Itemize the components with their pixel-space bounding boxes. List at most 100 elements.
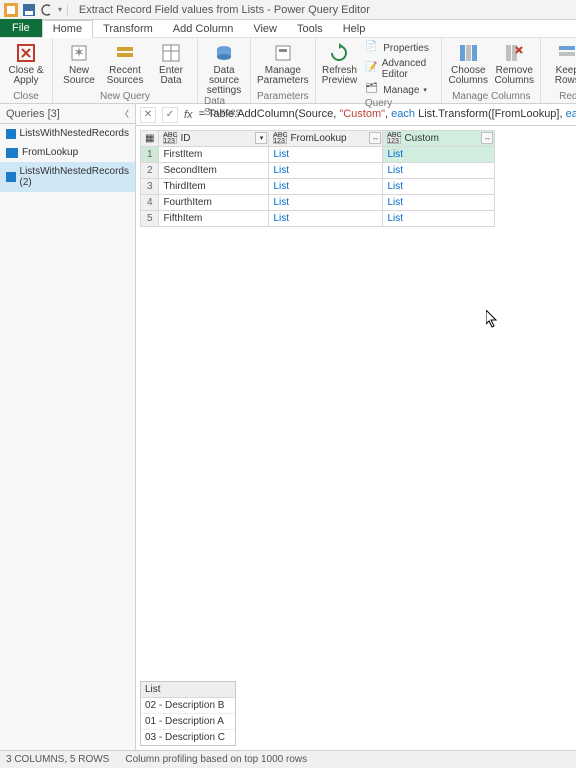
- queries-pane: Queries [3] 〈 ListsWithNestedRecords Fro…: [0, 104, 136, 750]
- cell-id[interactable]: FifthItem: [159, 211, 269, 227]
- table-row[interactable]: 3ThirdItemListList: [141, 179, 495, 195]
- table-icon: ▦: [145, 133, 154, 144]
- cell-custom[interactable]: List: [383, 179, 495, 195]
- formula-input[interactable]: = Table.AddColumn(Source, "Custom", each…: [199, 108, 576, 121]
- cell-fromlookup[interactable]: List: [269, 163, 383, 179]
- column-header-fromlookup[interactable]: ABC123FromLookup ↔: [269, 131, 383, 147]
- choose-columns-button[interactable]: Choose Columns: [448, 40, 488, 86]
- row-number[interactable]: 5: [141, 211, 159, 227]
- refresh-preview-button[interactable]: Refresh Preview: [322, 40, 358, 86]
- close-apply-icon: [14, 42, 38, 64]
- ribbon-group-new-query: ✶ New Source Recent Sources Enter Data N…: [53, 38, 198, 103]
- cell-id[interactable]: FirstItem: [159, 147, 269, 163]
- new-source-button[interactable]: ✶ New Source: [59, 40, 99, 86]
- column-header-custom[interactable]: ABC123Custom ↔: [383, 131, 495, 147]
- row-number[interactable]: 4: [141, 195, 159, 211]
- ribbon-group-manage-columns: Choose Columns Remove Columns Manage Col…: [442, 38, 541, 103]
- advanced-editor-button[interactable]: 📝Advanced Editor: [363, 57, 435, 81]
- cell-fromlookup[interactable]: List: [269, 211, 383, 227]
- enter-data-icon: [159, 42, 183, 64]
- data-table: ▦ ABC123ID ▾ ABC123FromLookup ↔ ABC123Cu…: [136, 126, 576, 227]
- cell-id[interactable]: SecondItem: [159, 163, 269, 179]
- data-area: ✕ ✓ fx = Table.AddColumn(Source, "Custom…: [136, 104, 576, 750]
- qat-dropdown-icon[interactable]: ▾: [58, 5, 62, 14]
- type-any-icon: ABC123: [273, 134, 287, 144]
- window-title: Extract Record Field values from Lists -…: [79, 4, 370, 16]
- close-apply-button[interactable]: Close & Apply: [6, 40, 46, 86]
- cell-id[interactable]: FourthItem: [159, 195, 269, 211]
- recent-sources-icon: [113, 42, 137, 64]
- save-icon[interactable]: [22, 3, 36, 17]
- properties-button[interactable]: 📄Properties: [363, 40, 435, 56]
- table-icon: [6, 172, 16, 182]
- ribbon-group-data-sources: Data source settings Data Sources: [198, 38, 251, 103]
- fx-icon[interactable]: fx: [184, 109, 193, 121]
- manage-button[interactable]: 🗂Manage▾: [363, 82, 435, 98]
- column-expand-button[interactable]: ↔: [369, 132, 381, 144]
- query-item-0[interactable]: ListsWithNestedRecords: [0, 124, 135, 143]
- cell-custom[interactable]: List: [383, 147, 495, 163]
- choose-columns-icon: [456, 42, 480, 64]
- column-expand-button[interactable]: ↔: [481, 132, 493, 144]
- tab-add-column[interactable]: Add Column: [163, 21, 244, 37]
- query-item-2[interactable]: ListsWithNestedRecords (2): [0, 162, 135, 192]
- keep-rows-icon: [555, 42, 576, 64]
- row-number[interactable]: 2: [141, 163, 159, 179]
- tab-file[interactable]: File: [0, 19, 42, 37]
- table-row[interactable]: 5FifthItemListList: [141, 211, 495, 227]
- cell-preview-list: List 02 - Description B 01 - Description…: [140, 681, 236, 746]
- column-header-id[interactable]: ABC123ID ▾: [159, 131, 269, 147]
- tab-view[interactable]: View: [243, 21, 287, 37]
- cell-fromlookup[interactable]: List: [269, 179, 383, 195]
- tab-tools[interactable]: Tools: [287, 21, 333, 37]
- collapse-icon[interactable]: 〈: [120, 107, 129, 120]
- preview-header: List: [141, 682, 235, 698]
- cell-fromlookup[interactable]: List: [269, 195, 383, 211]
- keep-rows-button[interactable]: Keep Rows: [547, 40, 576, 86]
- preview-item[interactable]: 01 - Description A: [141, 714, 235, 730]
- type-any-icon: ABC123: [387, 134, 401, 144]
- cell-fromlookup[interactable]: List: [269, 147, 383, 163]
- row-number[interactable]: 3: [141, 179, 159, 195]
- ribbon-group-reduce-rows: Keep Rows Remove Rows Reduce Rows: [541, 38, 576, 103]
- tab-help[interactable]: Help: [333, 21, 376, 37]
- table-corner[interactable]: ▦: [141, 131, 159, 147]
- cell-id[interactable]: ThirdItem: [159, 179, 269, 195]
- preview-item[interactable]: 02 - Description B: [141, 698, 235, 714]
- data-source-settings-button[interactable]: Data source settings: [204, 40, 244, 96]
- formula-cancel-button[interactable]: ✕: [140, 107, 156, 123]
- recent-sources-button[interactable]: Recent Sources: [105, 40, 145, 86]
- formula-commit-button[interactable]: ✓: [162, 107, 178, 123]
- cursor-icon: [486, 310, 500, 328]
- tab-home[interactable]: Home: [42, 20, 93, 38]
- remove-columns-icon: [502, 42, 526, 64]
- ribbon-group-query: Refresh Preview 📄Properties 📝Advanced Ed…: [316, 38, 443, 103]
- query-item-1[interactable]: FromLookup: [0, 143, 135, 162]
- table-row[interactable]: 4FourthItemListList: [141, 195, 495, 211]
- manage-parameters-button[interactable]: Manage Parameters: [263, 40, 303, 86]
- data-source-settings-icon: [212, 42, 236, 64]
- cell-custom[interactable]: List: [383, 195, 495, 211]
- queries-header[interactable]: Queries [3] 〈: [0, 104, 135, 124]
- close-apply-label: Close & Apply: [8, 66, 43, 86]
- cell-custom[interactable]: List: [383, 163, 495, 179]
- ribbon-tabs: File Home Transform Add Column View Tool…: [0, 20, 576, 38]
- table-icon: [6, 129, 16, 139]
- new-source-icon: ✶: [67, 42, 91, 64]
- cell-custom[interactable]: List: [383, 211, 495, 227]
- table-row[interactable]: 1FirstItemListList: [141, 147, 495, 163]
- row-number[interactable]: 1: [141, 147, 159, 163]
- main-area: Queries [3] 〈 ListsWithNestedRecords Fro…: [0, 104, 576, 750]
- table-icon: [6, 148, 18, 158]
- table-row[interactable]: 2SecondItemListList: [141, 163, 495, 179]
- tab-transform[interactable]: Transform: [93, 21, 163, 37]
- formula-bar: ✕ ✓ fx = Table.AddColumn(Source, "Custom…: [136, 104, 576, 126]
- properties-icon: 📄: [365, 41, 379, 55]
- column-filter-button[interactable]: ▾: [255, 132, 267, 144]
- preview-item[interactable]: 03 - Description C: [141, 730, 235, 745]
- undo-icon[interactable]: [40, 3, 54, 17]
- manage-icon: 🗂: [365, 83, 379, 97]
- enter-data-button[interactable]: Enter Data: [151, 40, 191, 86]
- title-bar: ▾ | Extract Record Field values from Lis…: [0, 0, 576, 20]
- remove-columns-button[interactable]: Remove Columns: [494, 40, 534, 86]
